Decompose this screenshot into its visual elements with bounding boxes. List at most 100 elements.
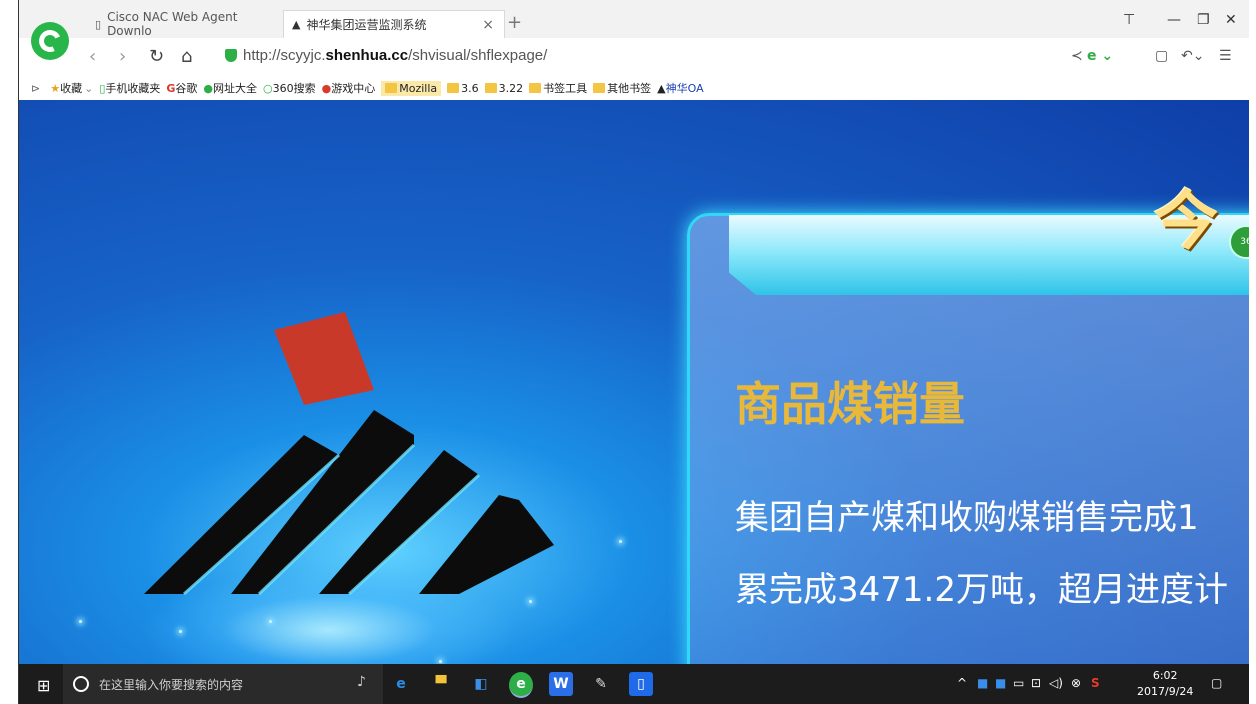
file-explorer-icon[interactable]: ▀	[429, 672, 453, 696]
bookmark-label: Mozilla	[399, 81, 438, 95]
bookmark-folder-mozilla[interactable]: Mozilla	[381, 80, 442, 96]
bookmark-label: 手机收藏夹	[105, 82, 161, 95]
bookmark-google[interactable]: G 谷歌	[166, 80, 197, 96]
tab-label: Cisco NAC Web Agent Downlo	[107, 10, 238, 38]
folder-icon	[385, 83, 398, 93]
menu-icon[interactable]: ☰	[1219, 48, 1232, 64]
security-shield-icon	[225, 49, 237, 62]
browser-window: ▯ Cisco NAC Web Agent Downlo ▲ 神华集团运营监测系…	[18, 0, 1249, 704]
google-icon: G	[166, 81, 176, 95]
banner-title-char: 今	[1154, 185, 1218, 259]
sidebar-toggle-icon[interactable]: ⊳	[31, 82, 40, 95]
page-icon: ▯	[95, 17, 102, 31]
star-icon: ★	[50, 81, 61, 95]
skin-icon[interactable]: ⊤	[1123, 12, 1135, 28]
url-field[interactable]: http://scyyjc.shenhua.cc/shvisual/shflex…	[243, 47, 547, 64]
shenhua-logo-icon: ▲	[292, 18, 301, 31]
tablet-icon[interactable]: ▯	[629, 672, 653, 696]
sparkle	[269, 620, 272, 623]
mail-icon[interactable]: ◧	[469, 672, 493, 696]
home-icon[interactable]: ⌂	[181, 46, 192, 67]
sparkle	[439, 660, 442, 663]
bookmark-folder-tools[interactable]: 书签工具	[529, 80, 587, 96]
sparkle	[179, 630, 182, 633]
folder-icon	[529, 83, 542, 93]
bookmark-shenhua-oa[interactable]: ▲ 神华OA	[657, 80, 703, 96]
bookmark-sites[interactable]: ● 网址大全	[203, 80, 257, 96]
taskbar-search[interactable]: 在这里输入你要搜索的内容 ♪	[63, 664, 383, 704]
bookmark-label: 3.22	[498, 81, 524, 95]
bookmark-favorites[interactable]: ★ 收藏 ⌄	[50, 80, 93, 96]
share-icon[interactable]: ≺	[1071, 48, 1083, 64]
tab-bar: ▯ Cisco NAC Web Agent Downlo ▲ 神华集团运营监测系…	[19, 0, 1249, 38]
bookmark-folder-other[interactable]: 其他书签	[593, 80, 651, 96]
clock[interactable]: 6:02 2017/9/24	[1137, 668, 1193, 700]
action-center-icon[interactable]: ▢	[1211, 676, 1222, 690]
forward-icon[interactable]: ›	[119, 46, 126, 67]
clock-time: 6:02	[1152, 669, 1178, 682]
close-tab-icon[interactable]: ×	[482, 17, 494, 33]
new-tab-button[interactable]: +	[507, 12, 522, 33]
battery-icon[interactable]: ▭	[1013, 676, 1024, 690]
bookmark-label: 书签工具	[543, 82, 588, 95]
shenhua-logo-icon: ▲	[657, 81, 666, 95]
network-icon[interactable]: ⊡	[1031, 676, 1041, 690]
360-icon: ○	[263, 81, 273, 95]
folder-icon	[593, 83, 606, 93]
back-icon[interactable]: ‹	[89, 46, 96, 67]
bookmark-games[interactable]: ● 游戏中心	[322, 80, 376, 96]
panel-line-1: 集团自产煤和收购煤销售完成1	[735, 498, 1199, 538]
folder-icon	[447, 83, 460, 93]
game-icon: ●	[321, 81, 332, 95]
paint-icon[interactable]: ✎	[589, 672, 613, 696]
restore-button[interactable]: ❐	[1197, 12, 1210, 28]
tab-shenhua[interactable]: ▲ 神华集团运营监测系统 ×	[283, 10, 505, 38]
bookmark-label: 游戏中心	[331, 82, 376, 95]
globe-icon: ●	[203, 81, 214, 95]
wps-icon[interactable]: W	[549, 672, 573, 696]
bookmark-folder-3-6[interactable]: 3.6	[447, 82, 479, 95]
clock-date: 2017/9/24	[1137, 685, 1194, 698]
cortana-icon	[73, 676, 89, 692]
minimize-button[interactable]: —	[1167, 12, 1181, 28]
browser-logo-icon[interactable]	[31, 22, 69, 60]
bookmark-label: 神华OA	[665, 82, 704, 95]
engine-icon[interactable]: e ⌄	[1087, 48, 1113, 64]
sogou-input-icon[interactable]: S	[1091, 676, 1100, 690]
close-window-button[interactable]: ✕	[1225, 12, 1237, 28]
shenhua-logo-graphic	[144, 312, 554, 596]
search-placeholder: 在这里输入你要搜索的内容	[99, 678, 244, 692]
bookmark-folder-3-22[interactable]: 3.22	[484, 81, 524, 95]
bookmarks-bar: ⊳ ★ 收藏 ⌄ ▯ 手机收藏夹 G 谷歌 ● 网址大全 ○ 360搜索 ● 游…	[19, 76, 1249, 100]
bookmark-360search[interactable]: ○ 360搜索	[263, 80, 316, 96]
bookmark-mobile[interactable]: ▯ 手机收藏夹	[99, 80, 160, 96]
address-bar: ‹ › ↻ ⌂ http://scyyjc.shenhua.cc/shvisua…	[19, 38, 1249, 77]
chevron-down-icon: ⌄	[84, 81, 94, 95]
bookmark-label: 其他书签	[607, 82, 652, 95]
tab-label: 神华集团运营监测系统	[306, 18, 427, 32]
chevron-up-icon[interactable]: ^	[957, 676, 967, 690]
volume-icon[interactable]: ◁)	[1049, 676, 1063, 690]
undo-icon[interactable]: ↶⌄	[1181, 48, 1204, 64]
tab-cisco[interactable]: ▯ Cisco NAC Web Agent Downlo	[87, 10, 281, 38]
reading-mode-icon[interactable]: ▢	[1155, 48, 1168, 64]
bookmark-label: 360搜索	[272, 82, 316, 95]
bookmark-label: 网址大全	[213, 82, 258, 95]
sparkle	[619, 540, 622, 543]
refresh-icon[interactable]: ↻	[149, 46, 164, 67]
edge-icon[interactable]: e	[389, 672, 413, 696]
360-browser-taskbar-icon[interactable]: e	[509, 672, 533, 698]
microphone-icon[interactable]: ♪	[357, 674, 366, 690]
tray-app-icon[interactable]: ■	[977, 676, 988, 690]
taskbar: ⊞ 在这里输入你要搜索的内容 ♪ e ▀ ◧ e W ✎ ▯ ^ ■ ■ ▭ ⊡…	[19, 664, 1249, 704]
windows-start-icon[interactable]: ⊞	[37, 676, 50, 695]
bookmark-label: 3.6	[461, 81, 479, 95]
bookmark-label: 谷歌	[175, 82, 198, 95]
tray-app-icon[interactable]: ■	[995, 676, 1006, 690]
panel-title: 商品煤销量	[735, 377, 965, 431]
sparkle	[79, 620, 82, 623]
page-content: 今 36 商品煤销量 集团自产煤和收购煤销售完成1 累完成3471.2万吨，超月…	[19, 100, 1249, 664]
tray-app-icon[interactable]: ⊗	[1071, 676, 1081, 690]
bookmark-label: 收藏	[60, 82, 83, 95]
panel-line-2: 累完成3471.2万吨，超月进度计	[735, 570, 1228, 610]
